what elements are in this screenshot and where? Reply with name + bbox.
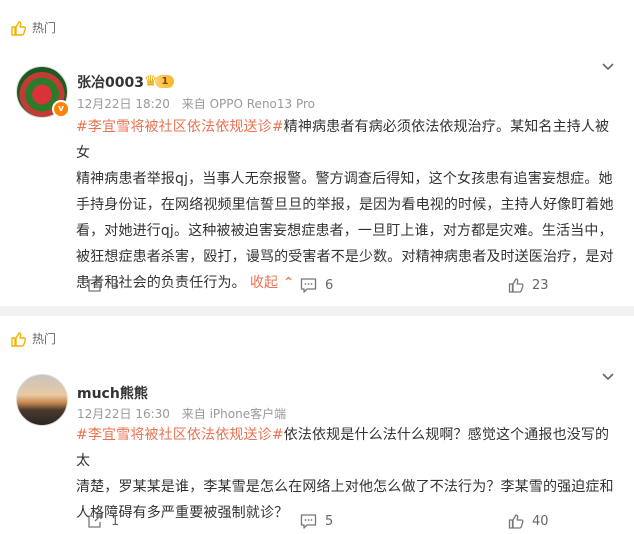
comment-date: 12月22日 18:20 xyxy=(77,97,170,111)
comment-button[interactable]: 5 xyxy=(300,513,333,529)
like-button[interactable]: 23 xyxy=(508,277,549,293)
hot-label: 热门 xyxy=(32,332,57,346)
hot-thumb-icon xyxy=(10,20,26,36)
comment-meta: 12月22日 18:20 来自 OPPO Reno13 Pro xyxy=(77,95,315,112)
comment-button[interactable]: 6 xyxy=(300,277,333,293)
comment-text: #李宜雪将被社区依法依规送诊#精神病患者有病必须依法依规治疗。某知名主持人被女 … xyxy=(76,114,616,296)
like-icon xyxy=(508,513,524,529)
like-count: 40 xyxy=(532,513,549,529)
hashtag-link[interactable]: #李宜雪将被社区依法依规送诊# xyxy=(76,119,284,135)
comment-count: 6 xyxy=(325,277,334,293)
comment-text: #李宜雪将被社区依法依规送诊#依法依规是什么法什么规啊？感觉这个通报也没写的太 … xyxy=(76,422,616,526)
comment-card: 热门 v 张冶0003 ♛ 1 12月22日 18:20 来自 OPPO Ren… xyxy=(0,0,634,306)
comment-line: 精神病患者举报qj，当事人无奈报警。警方调查后得知，这个女孩患有追害妄想症。她 xyxy=(76,171,613,187)
comment-line: 手持身份证，在网络视频里信誓旦旦的举报，是因为看电视的时候，主持人好像盯着她 xyxy=(76,197,614,213)
hashtag-link[interactable]: #李宜雪将被社区依法依规送诊# xyxy=(76,427,284,443)
repost-count: 1 xyxy=(111,513,120,529)
vip-level: 1 xyxy=(155,74,175,88)
comment-line: 清楚，罗某某是谁，李某雪是怎么在网络上对他怎么做了不法行为？李某雪的强迫症和 xyxy=(76,479,614,495)
action-bar: 3 6 23 xyxy=(0,277,634,297)
username[interactable]: 张冶0003 xyxy=(77,72,144,92)
vip-badge[interactable]: ♛ 1 xyxy=(144,73,175,89)
avatar[interactable] xyxy=(16,374,68,426)
like-button[interactable]: 40 xyxy=(508,513,549,529)
repost-button[interactable]: 3 xyxy=(87,277,119,293)
like-icon xyxy=(508,277,524,293)
comment-card: 热门 much熊熊 12月22日 16:30 来自 iPhone客户端 #李宜雪… xyxy=(0,316,634,534)
comment-icon xyxy=(300,513,317,529)
chevron-down-icon[interactable] xyxy=(600,58,616,74)
comment-date: 12月22日 16:30 xyxy=(77,407,170,421)
repost-count: 3 xyxy=(111,277,120,293)
comment-line: 看，对她进行qj。这种被被迫害妄想症患者，一旦盯上谁，对方都是灾难。生活当中， xyxy=(76,223,613,239)
hot-label: 热门 xyxy=(32,21,57,35)
comment-source: 来自 OPPO Reno13 Pro xyxy=(181,97,316,111)
hot-tag: 热门 xyxy=(10,19,56,36)
username[interactable]: much熊熊 xyxy=(77,383,148,403)
repost-button[interactable]: 1 xyxy=(87,513,119,529)
repost-icon xyxy=(87,513,103,529)
comment-icon xyxy=(300,277,317,293)
v-badge-icon: v xyxy=(52,100,70,118)
comment-meta: 12月22日 16:30 来自 iPhone客户端 xyxy=(77,405,286,422)
repost-icon xyxy=(87,277,103,293)
comment-source: 来自 iPhone客户端 xyxy=(181,407,287,421)
hot-tag: 热门 xyxy=(10,330,56,347)
comment-line: 被狂想症患者杀害，殴打，谩骂的受害者不是少数。对精神病患者及时送医治疗，是对 xyxy=(76,249,614,265)
like-count: 23 xyxy=(532,277,549,293)
comment-count: 5 xyxy=(325,513,334,529)
hot-thumb-icon xyxy=(10,331,26,347)
action-bar: 1 5 40 xyxy=(0,513,634,533)
chevron-down-icon[interactable] xyxy=(600,368,616,384)
